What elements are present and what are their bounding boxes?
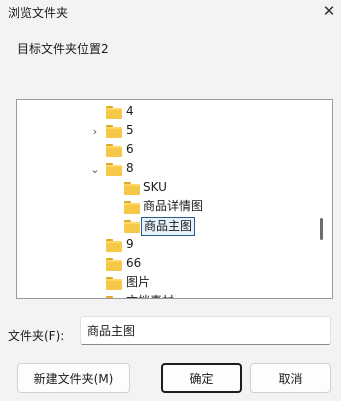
scrollbar-thumb[interactable] bbox=[320, 218, 323, 240]
tree-item-label: 4 bbox=[126, 104, 134, 118]
tree-item-label: 商品主图 bbox=[141, 217, 196, 236]
tree-item-label: 文档素材 bbox=[124, 293, 176, 298]
title-bar: 浏览文件夹 ✕ bbox=[0, 0, 341, 22]
folder-icon bbox=[106, 106, 122, 119]
close-icon[interactable]: ✕ bbox=[317, 0, 341, 22]
folder-icon bbox=[106, 163, 122, 176]
tree-item[interactable]: 6 bbox=[17, 141, 317, 160]
tree-item-label: 5 bbox=[126, 123, 134, 137]
folder-tree[interactable]: 4›56⌄8SKU商品详情图商品主图966图片›文档素材 bbox=[16, 99, 333, 299]
tree-item-label: 图片 bbox=[126, 275, 151, 289]
folder-icon bbox=[124, 182, 140, 195]
chevron-right-icon[interactable]: › bbox=[89, 293, 101, 298]
ok-button[interactable]: 确定 bbox=[161, 363, 242, 393]
tree-item-label: 9 bbox=[126, 237, 134, 251]
window-title: 浏览文件夹 bbox=[8, 6, 69, 20]
folder-icon bbox=[106, 239, 122, 252]
tree-item[interactable]: 66 bbox=[17, 255, 317, 274]
folder-icon bbox=[106, 125, 122, 138]
tree-item-label: 商品详情图 bbox=[143, 199, 204, 213]
tree-item[interactable]: › 文档素材 bbox=[17, 293, 317, 298]
chevron-down-icon[interactable]: ⌄ bbox=[89, 160, 101, 179]
tree-item-label: 8 bbox=[126, 161, 134, 175]
chevron-right-icon[interactable]: › bbox=[89, 122, 101, 141]
folder-icon bbox=[106, 144, 122, 157]
dialog-subtitle: 目标文件夹位置2 bbox=[17, 42, 109, 56]
folder-field-label: 文件夹(F): bbox=[8, 329, 65, 343]
tree-item[interactable]: › 5 bbox=[17, 122, 317, 141]
folder-icon bbox=[106, 296, 122, 298]
tree-item-label: 66 bbox=[126, 256, 142, 270]
cancel-button[interactable]: 取消 bbox=[250, 363, 331, 393]
folder-icon bbox=[106, 258, 122, 271]
new-folder-button[interactable]: 新建文件夹(M) bbox=[17, 363, 130, 393]
tree-item[interactable]: 商品详情图 bbox=[17, 198, 317, 217]
tree-item-label: 6 bbox=[126, 142, 134, 156]
tree-item[interactable]: 9 bbox=[17, 236, 317, 255]
tree-item[interactable]: 商品主图 bbox=[17, 217, 317, 236]
tree-item[interactable]: 4 bbox=[17, 103, 317, 122]
folder-name-input[interactable] bbox=[80, 316, 331, 345]
folder-icon bbox=[124, 220, 140, 233]
tree-item[interactable]: ⌄ 8 bbox=[17, 160, 317, 179]
folder-icon bbox=[106, 277, 122, 290]
tree-item[interactable]: SKU bbox=[17, 179, 317, 198]
tree-item-label: SKU bbox=[143, 180, 167, 194]
folder-icon bbox=[124, 201, 140, 214]
tree-item[interactable]: 图片 bbox=[17, 274, 317, 293]
